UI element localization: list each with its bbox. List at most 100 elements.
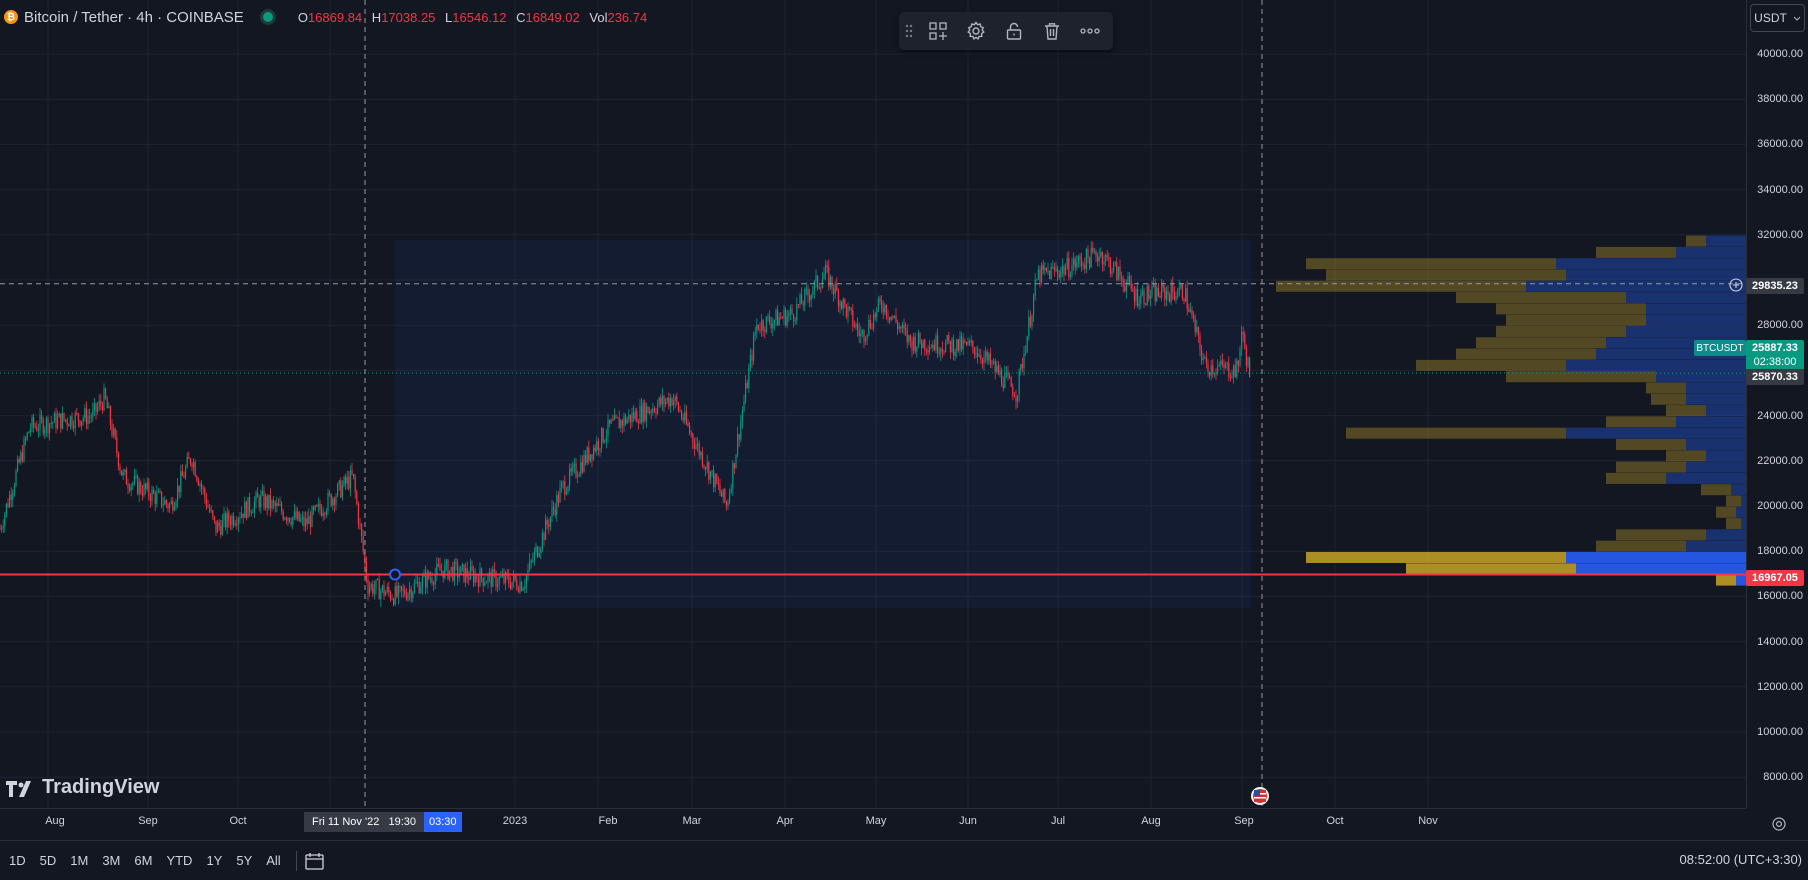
date-price-range-box [395, 240, 1251, 608]
candle-body [1188, 308, 1190, 312]
candle-body [738, 434, 740, 440]
range-button-ytd[interactable]: YTD [159, 853, 199, 868]
candle-body [378, 579, 380, 600]
volume-profile-up-bar [1676, 416, 1746, 428]
candle-body [869, 320, 871, 328]
candle-body [418, 581, 420, 594]
candle-body [1066, 257, 1068, 269]
settings-icon[interactable] [957, 12, 995, 50]
candle-body [813, 281, 815, 292]
candle-body [389, 592, 391, 600]
price-axis[interactable]: 40000.00 38000.00 36000.00 34000.00 32000.00… [1746, 0, 1808, 808]
time-axis-tick: Aug [45, 815, 65, 827]
candle-body [393, 599, 395, 605]
range-button-1m[interactable]: 1M [63, 853, 95, 868]
unlock-icon[interactable] [995, 12, 1033, 50]
candle-body [313, 507, 315, 510]
candle-body [1034, 280, 1036, 296]
candle-body [487, 574, 489, 583]
candle-body [1165, 291, 1167, 300]
candle-body [1060, 270, 1062, 278]
candle-body [668, 397, 670, 407]
candle-body [559, 487, 561, 503]
range-button-3m[interactable]: 3M [95, 853, 127, 868]
candle-body [1141, 290, 1143, 295]
ohlc-values: O16869.84 H17038.25 L16546.12 C16849.02 … [292, 10, 647, 25]
more-icon[interactable] [1071, 12, 1109, 50]
candle-body [157, 491, 159, 493]
candle-body [92, 409, 94, 418]
candle-body [780, 317, 782, 319]
candle-body [265, 496, 267, 508]
volume-profile-down-bar [1726, 518, 1741, 530]
candle-body [556, 495, 558, 515]
candle-body [781, 317, 783, 319]
candle-body [618, 417, 620, 429]
range-button-1y[interactable]: 1Y [199, 853, 229, 868]
candle-body [692, 433, 694, 443]
trash-icon[interactable] [1033, 12, 1071, 50]
calendar-icon[interactable] [305, 852, 325, 870]
candle-body [199, 484, 201, 486]
candle-body [79, 420, 81, 426]
candle-body [1085, 248, 1087, 269]
candle-body [271, 500, 273, 509]
candle-body [810, 295, 812, 301]
candle-body [397, 586, 399, 597]
volume-profile-up-bar [1646, 314, 1746, 326]
range-button-6m[interactable]: 6M [127, 853, 159, 868]
price-chart[interactable] [0, 0, 1746, 808]
volume-profile-up-bar [1686, 382, 1746, 394]
volume-profile-down-bar [1716, 506, 1736, 518]
us-flag-icon[interactable] [1251, 787, 1269, 805]
candle-body [1153, 284, 1155, 287]
candle-body [436, 563, 438, 575]
add-alert-icon[interactable] [1729, 278, 1743, 292]
candle-body [372, 583, 374, 594]
candle-body [33, 417, 35, 427]
candle-body [983, 356, 985, 364]
utc-clock[interactable]: 08:52:00 (UTC+3:30) [1680, 852, 1802, 867]
candle-body [890, 316, 892, 321]
range-button-1d[interactable]: 1D [2, 853, 33, 868]
tradingview-logo-icon [6, 780, 31, 797]
add-object-icon[interactable] [919, 12, 957, 50]
candle-body [221, 519, 223, 535]
candle-body [745, 382, 747, 402]
candle-body [989, 353, 991, 365]
bitcoin-icon[interactable]: ₿ [4, 10, 18, 24]
time-axis[interactable]: Aug Sep Oct 2023 Feb Mar Apr May Jun Jul Aug Sep Oct… [0, 808, 1746, 837]
candle-body [1039, 269, 1041, 283]
candle-body [593, 447, 595, 460]
price-axis-tick: 38000.00 [1757, 93, 1803, 106]
candle-body [1028, 316, 1030, 337]
volume-profile-up-bar [1736, 574, 1746, 586]
range-button-5d[interactable]: 5D [33, 853, 64, 868]
candle-body [1183, 298, 1185, 302]
candle-body [722, 488, 724, 497]
range-button-5y[interactable]: 5Y [229, 853, 259, 868]
candle-body [279, 504, 281, 506]
candle-body [1012, 386, 1014, 397]
candle-body [1138, 303, 1140, 306]
candle-body [474, 574, 476, 583]
candle-body [935, 335, 937, 351]
candle-body [1225, 363, 1227, 369]
drag-handle-icon[interactable] [899, 12, 919, 50]
candle-body [269, 494, 271, 509]
candle-body [201, 484, 203, 488]
chart-pane[interactable] [0, 0, 1746, 808]
market-status-icon[interactable] [259, 9, 276, 25]
candle-body [794, 320, 796, 322]
candle-body [253, 501, 255, 513]
candle-body [292, 517, 294, 525]
candle-body [754, 332, 756, 336]
symbol-title[interactable]: Bitcoin / Tether · 4h · COINBASE [24, 9, 244, 26]
candle-body [954, 351, 956, 356]
candle-body [609, 419, 611, 424]
range-button-all[interactable]: All [259, 853, 287, 868]
candle-body [876, 307, 878, 317]
currency-selector[interactable]: USDT [1750, 4, 1805, 32]
candle-body [1101, 252, 1103, 265]
axis-settings-icon[interactable] [1771, 816, 1787, 832]
